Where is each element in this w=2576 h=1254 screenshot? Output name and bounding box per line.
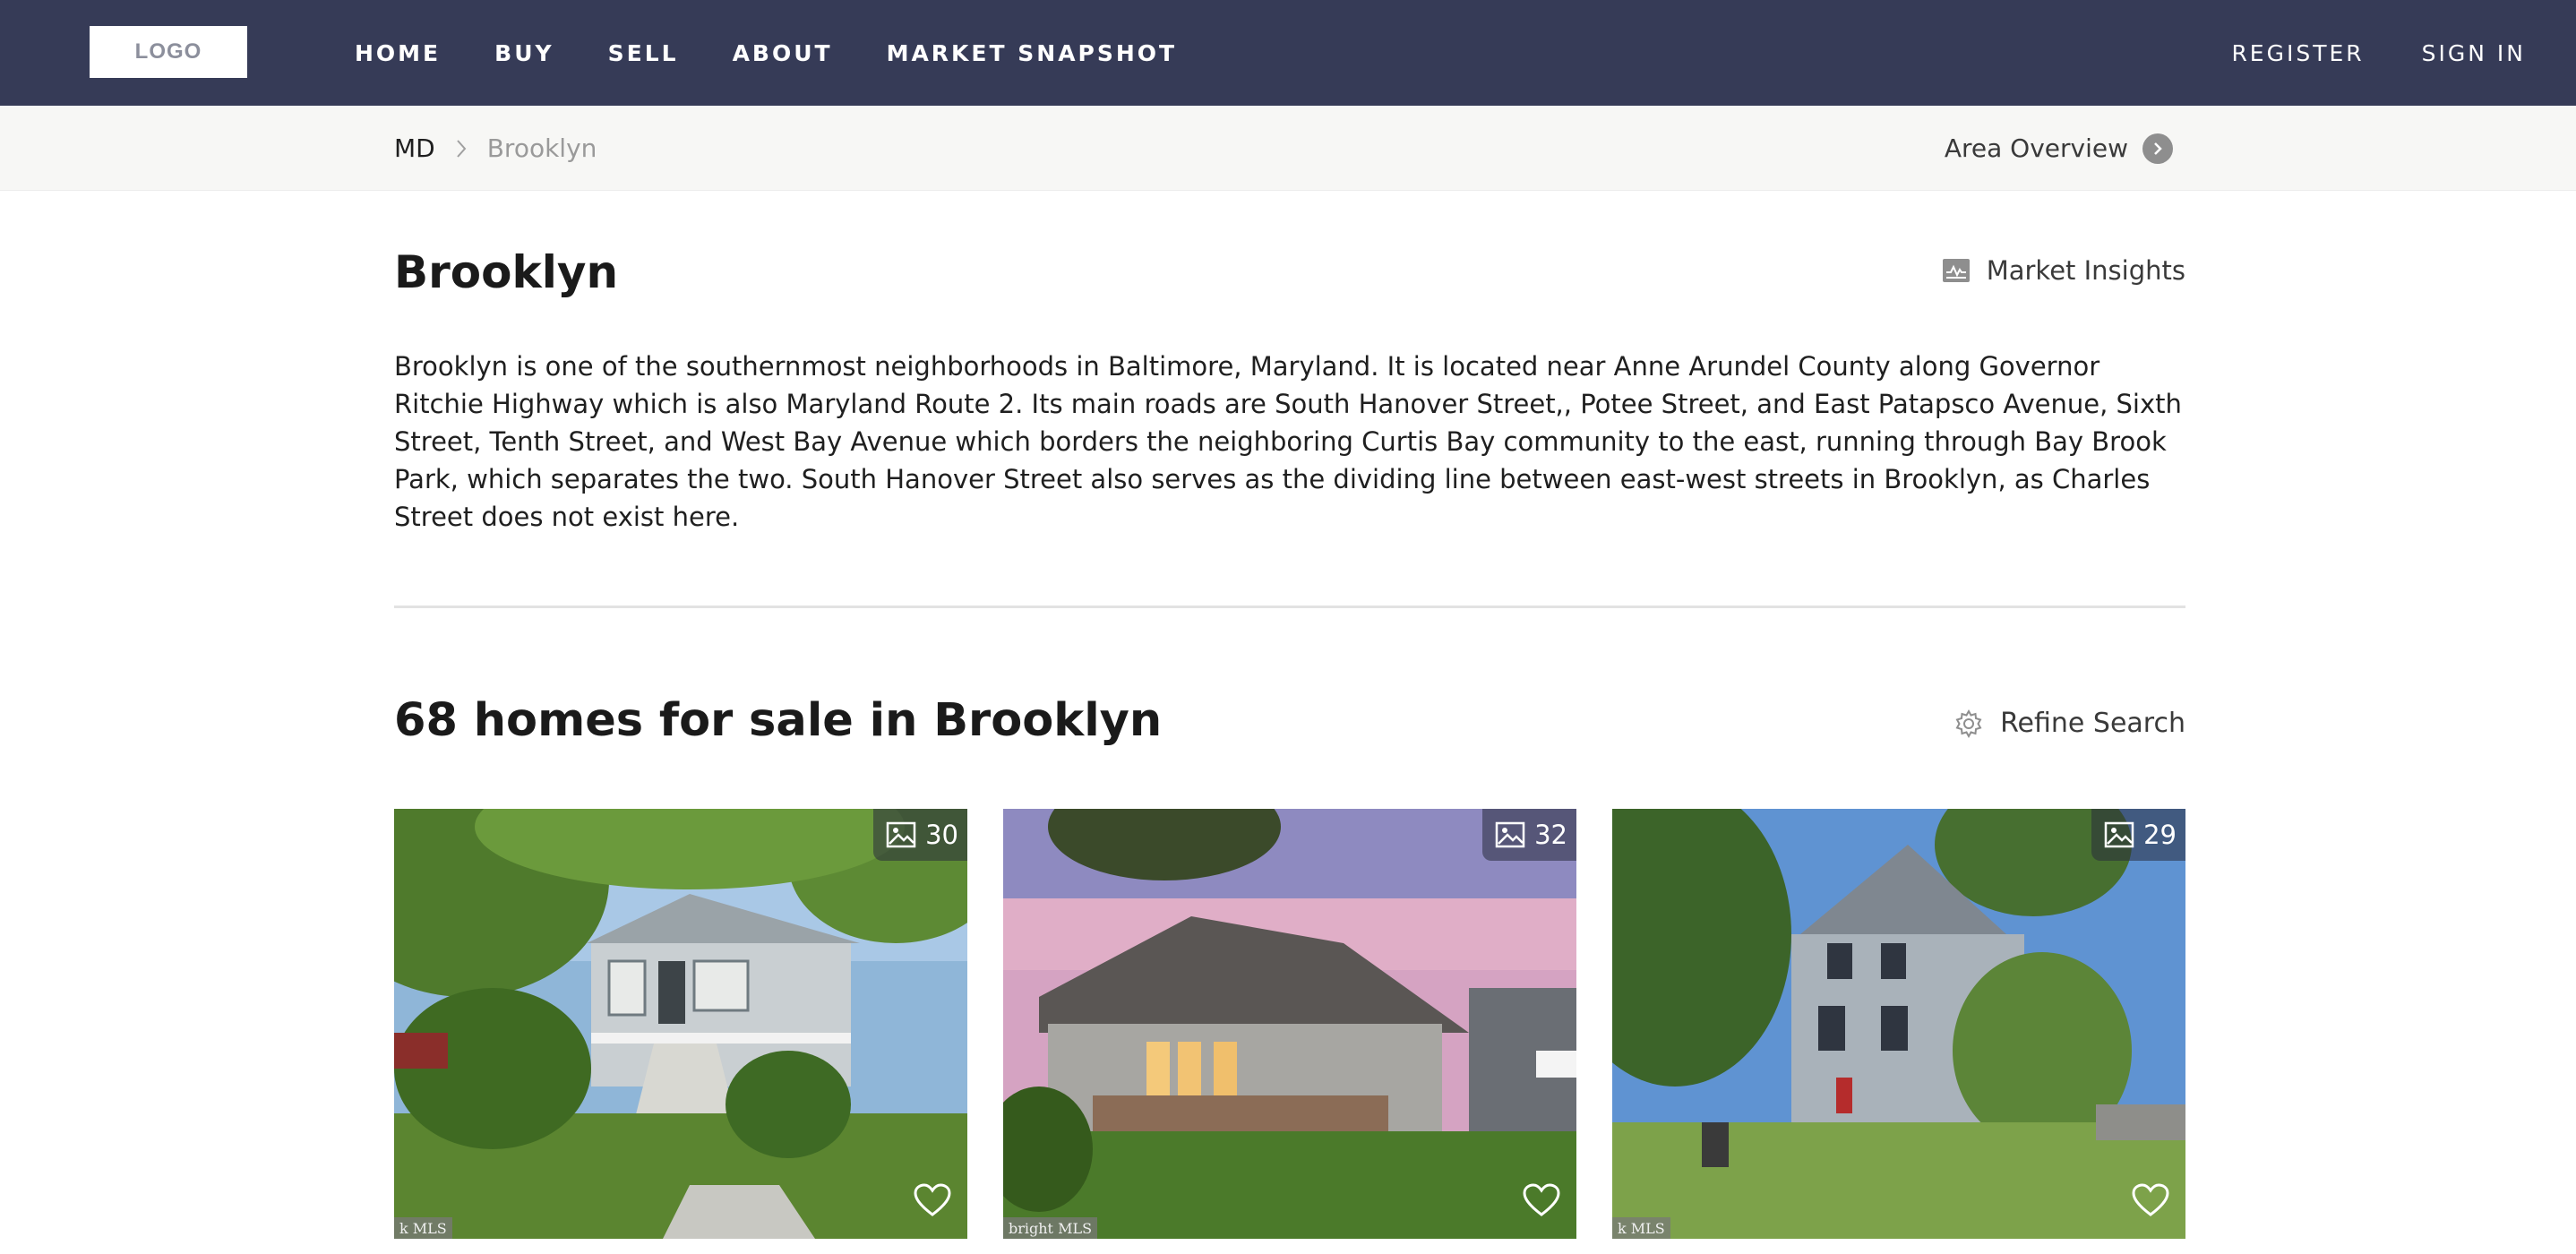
arrow-right-circle-icon [2142,133,2173,164]
chart-icon [1942,258,1971,283]
nav-market-snapshot-link[interactable]: MARKET SNAPSHOT [887,40,1178,66]
neighborhood-description: Brooklyn is one of the southernmost neig… [394,351,2182,532]
listing-photo[interactable] [394,809,967,1239]
register-link[interactable]: REGISTER [2231,40,2364,66]
heart-icon[interactable] [1523,1183,1560,1221]
listing-card[interactable]: 32 bright MLS [1003,809,1576,1239]
area-overview-label: Area Overview [1944,133,2128,163]
mls-watermark: bright MLS [1003,1217,1098,1239]
gear-icon [1953,709,1984,739]
nav-buy-link[interactable]: BUY [494,40,554,66]
listings-count-title: 68 homes for sale in Brooklyn [394,694,1163,747]
photo-count-badge: 32 [1482,809,1576,861]
photo-count-badge: 30 [873,809,967,861]
listing-card[interactable]: 30 k MLS [394,809,967,1239]
area-overview-link[interactable]: Area Overview [1945,106,2173,191]
section-divider [394,606,2185,608]
image-icon [1495,821,1525,848]
refine-search-label: Refine Search [2000,708,2185,739]
breadcrumb-bar: MD Brooklyn Area Overview [0,106,2576,191]
image-icon [886,821,916,848]
page-title: Brooklyn [394,246,619,298]
photo-count: 32 [1534,820,1567,850]
main-nav-links: HOME BUY SELL ABOUT MARKET SNAPSHOT [355,0,1231,106]
chevron-right-icon [455,138,468,159]
photo-count: 29 [2143,820,2177,850]
market-insights-label: Market Insights [1986,255,2185,286]
image-icon [2104,821,2134,848]
breadcrumb: MD Brooklyn [394,106,597,191]
heart-icon[interactable] [914,1183,951,1221]
account-links: REGISTER SIGN IN [2174,0,2526,106]
logo[interactable]: LOGO [90,26,247,78]
listing-card[interactable]: 29 k MLS [1612,809,2185,1239]
breadcrumb-item-md[interactable]: MD [394,133,435,163]
mls-watermark: k MLS [1612,1217,1670,1239]
nav-sell-link[interactable]: SELL [608,40,679,66]
heart-icon[interactable] [2132,1183,2169,1221]
nav-home-link[interactable]: HOME [355,40,441,66]
sign-in-link[interactable]: SIGN IN [2422,40,2526,66]
listing-photo[interactable] [1003,809,1576,1239]
photo-count-badge: 29 [2091,809,2185,861]
market-insights-link[interactable]: Market Insights [1942,255,2185,286]
mls-watermark: k MLS [394,1217,452,1239]
refine-search-button[interactable]: Refine Search [1953,708,2185,739]
top-navigation: LOGO HOME BUY SELL ABOUT MARKET SNAPSHOT… [0,0,2576,106]
breadcrumb-item-current: Brooklyn [486,133,597,163]
nav-about-link[interactable]: ABOUT [733,40,833,66]
listing-photo[interactable] [1612,809,2185,1239]
photo-count: 30 [925,820,958,850]
